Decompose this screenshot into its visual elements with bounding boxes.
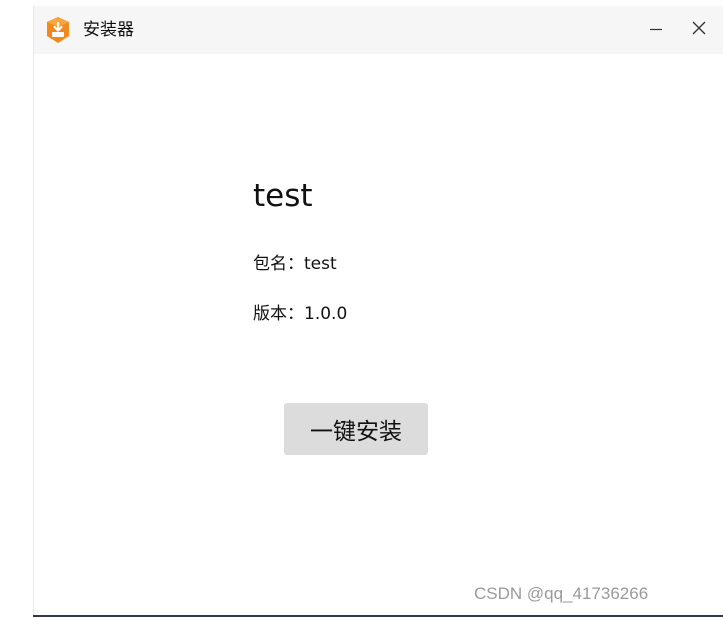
package-label: 包名： (253, 254, 304, 274)
installer-box-icon (43, 15, 73, 45)
installer-window: 安装器 test 包名：test 版本：1.0.0 一键安装 (33, 6, 723, 616)
package-row: 包名：test (253, 252, 337, 276)
minimize-button[interactable] (640, 14, 672, 46)
close-button[interactable] (683, 14, 715, 46)
title-bar[interactable]: 安装器 (34, 6, 723, 54)
version-label: 版本： (253, 304, 304, 324)
window-title: 安装器 (83, 20, 134, 40)
package-value: test (304, 254, 337, 274)
window-bottom-edge (33, 615, 723, 617)
app-name: test (253, 178, 313, 214)
close-icon (691, 20, 707, 40)
one-click-install-button[interactable]: 一键安装 (284, 403, 428, 455)
version-row: 版本：1.0.0 (253, 302, 347, 326)
version-value: 1.0.0 (304, 304, 348, 324)
watermark: CSDN @qq_41736266 (474, 584, 649, 603)
minimize-icon (649, 21, 663, 40)
